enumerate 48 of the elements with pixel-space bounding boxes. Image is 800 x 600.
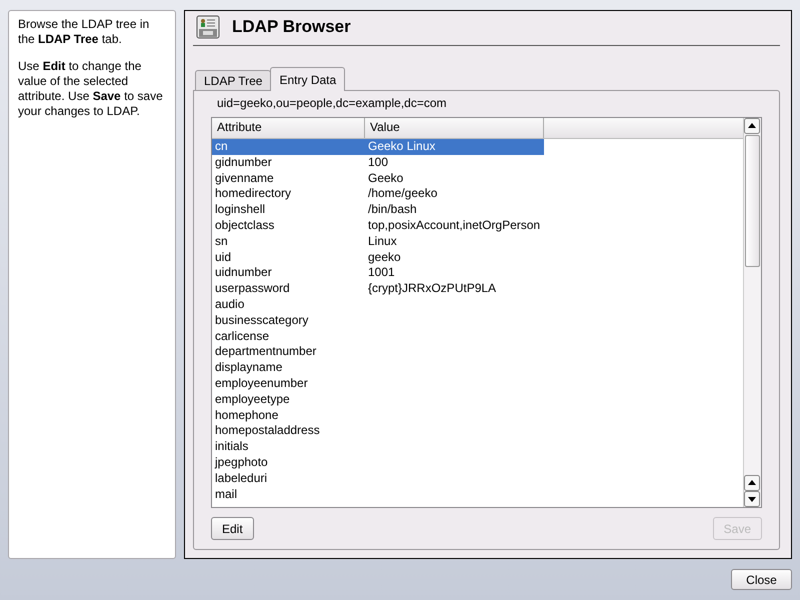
column-header[interactable]: Attribute	[212, 118, 365, 138]
table-cell[interactable]: /home/geeko	[365, 186, 544, 202]
close-button[interactable]: Close	[731, 569, 792, 590]
tab[interactable]: LDAP Tree	[195, 70, 272, 90]
action-button[interactable]: Edit	[211, 517, 254, 540]
table-cell[interactable]: labeleduri	[212, 470, 365, 487]
window-title: LDAP Browser	[232, 17, 351, 37]
table-cell[interactable]: mail	[212, 486, 365, 502]
table-cell[interactable]: objectclass	[212, 218, 365, 234]
tab[interactable]: Entry Data	[270, 67, 346, 91]
table-cell[interactable]: 100	[365, 154, 544, 171]
table-cell[interactable]: homedirectory	[212, 186, 365, 202]
table-cell[interactable]: Geeko Linux	[365, 139, 544, 155]
scroll-down-icon[interactable]	[744, 491, 760, 507]
help-text: Browse the LDAP tree in the LDAP Tree tab.	[18, 17, 150, 47]
table-cell[interactable]: Geeko	[365, 170, 544, 186]
column-header[interactable]: Value	[365, 118, 544, 138]
table-cell[interactable]: 1001	[365, 265, 544, 282]
entry-dn: uid=geeko,ou=people,dc=example,dc=com	[217, 96, 448, 110]
table-cell[interactable]: gidnumber	[212, 154, 365, 171]
table-cell[interactable]: sn	[212, 234, 365, 250]
table-cell[interactable]: homepostaladdress	[212, 423, 365, 440]
scrollbar-thumb[interactable]	[745, 135, 760, 267]
table-cell[interactable]: employeenumber	[212, 376, 365, 392]
table-cell[interactable]: givenname	[212, 170, 365, 186]
scroll-up-icon[interactable]	[744, 118, 760, 134]
help-text: Use Edit to change the value of the selected attribute. Use Save to save your changes to LDAP.	[18, 59, 164, 119]
table-cell[interactable]: /bin/bash	[365, 202, 544, 218]
table-cell[interactable]: cn	[212, 139, 365, 155]
table-cell[interactable]: homephone	[212, 408, 365, 424]
address-card-icon	[196, 15, 220, 39]
table-cell[interactable]: geeko	[365, 250, 544, 266]
table-cell[interactable]: carlicense	[212, 328, 365, 344]
table-cell[interactable]: Linux	[365, 234, 544, 250]
table-cell[interactable]: displayname	[212, 360, 365, 376]
table-cell[interactable]: loginshell	[212, 202, 365, 218]
table-cell[interactable]: uidnumber	[212, 265, 365, 282]
table-cell[interactable]: audio	[212, 296, 365, 313]
table-cell[interactable]: businesscategory	[212, 312, 365, 329]
table-cell[interactable]: departmentnumber	[212, 344, 365, 360]
table-cell[interactable]: employeetype	[212, 392, 365, 408]
table-cell[interactable]: initials	[212, 439, 365, 455]
table-cell[interactable]: {crypt}JRRxOzPUtP9LA	[365, 281, 544, 297]
table-cell[interactable]: userpassword	[212, 281, 365, 297]
table-cell[interactable]: top,posixAccount,inetOrgPerson	[365, 218, 544, 234]
table-cell[interactable]: uid	[212, 250, 365, 266]
scroll-up-icon[interactable]	[744, 475, 760, 491]
table-cell[interactable]: jpegphoto	[212, 454, 365, 471]
